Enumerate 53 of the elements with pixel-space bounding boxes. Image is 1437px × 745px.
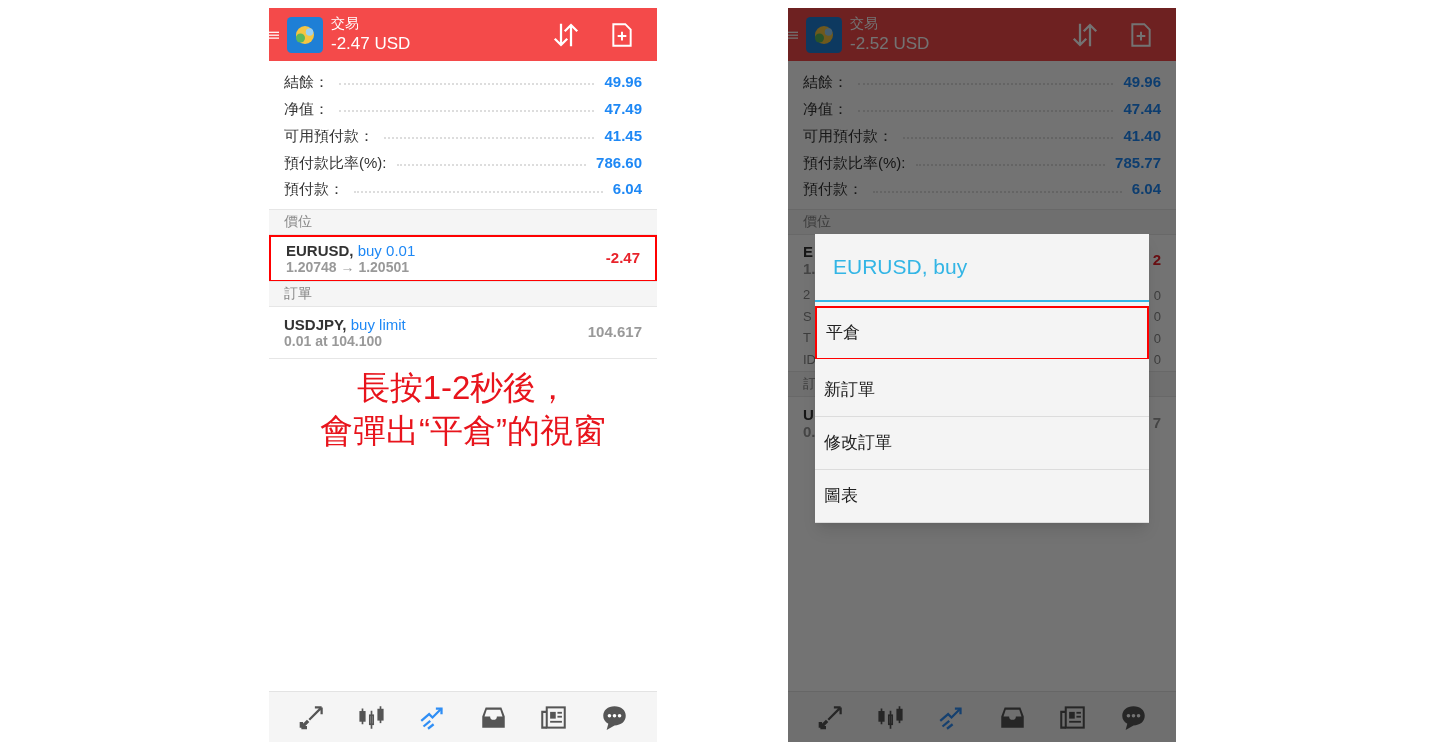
annotation-text: 長按1-2秒後， [356, 368, 570, 408]
account-value: 47.49 [604, 98, 642, 119]
section-title: 訂單 [284, 284, 312, 304]
candlestick-icon[interactable] [877, 703, 905, 731]
two-way-arrow-icon[interactable] [816, 703, 844, 731]
account-label: 預付款比率(%): [803, 152, 906, 173]
account-value: 6.04 [1131, 179, 1161, 200]
order-row[interactable]: USDJPY, buy limit 0.01 at 104.100 104.617 [269, 307, 657, 359]
candlestick-icon[interactable] [358, 703, 386, 731]
account-value: 6.04 [612, 179, 642, 200]
header-profit: -2.47 USD [331, 32, 411, 54]
covered-text: U [803, 405, 815, 423]
app-logo-icon [806, 16, 842, 53]
covered-value: 2 [1152, 249, 1161, 270]
menu-item[interactable]: 新訂單 [815, 364, 1149, 417]
account-value: 49.96 [1123, 72, 1161, 93]
section-title: 價位 [284, 212, 312, 232]
dialog-title: EURUSD, buy [833, 254, 968, 281]
account-label: 結餘： [803, 72, 848, 93]
covered-text: E [803, 242, 814, 260]
speech-bubble-icon[interactable] [601, 703, 629, 731]
header-title: 交易 [331, 15, 360, 33]
account-label: 净值： [284, 98, 329, 119]
newspaper-icon[interactable] [540, 703, 568, 731]
menu-item[interactable]: 修改訂單 [815, 417, 1149, 470]
account-label: 預付款： [803, 179, 863, 200]
account-label: 净值： [803, 98, 848, 119]
account-value: 41.40 [1123, 125, 1161, 146]
header-profit: -2.52 USD [850, 32, 930, 54]
trade-title: USDJPY, buy limit [284, 315, 407, 334]
account-label: 預付款： [284, 179, 344, 200]
account-value: 49.96 [604, 72, 642, 93]
newspaper-icon[interactable] [1059, 703, 1087, 731]
menu-item[interactable]: 平倉 [815, 306, 1149, 359]
trade-prices: 0.01 at 104.100 [284, 333, 384, 350]
speech-bubble-icon[interactable] [1120, 703, 1148, 731]
account-label: 可用預付款： [803, 125, 893, 146]
account-label: 預付款比率(%): [284, 152, 387, 173]
trade-prices: 1.20748 → 1.20501 [286, 259, 410, 276]
current-price: 104.617 [587, 322, 642, 343]
two-way-arrow-icon[interactable] [297, 703, 325, 731]
account-label: 可用預付款： [284, 125, 374, 146]
account-label: 結餘： [284, 72, 329, 93]
annotation-text: 會彈出“平倉”的視窗 [320, 410, 606, 451]
profit-value: -2.47 [605, 248, 640, 269]
header-title: 交易 [850, 15, 879, 33]
menu-item[interactable]: 圖表 [815, 470, 1149, 523]
account-value: 41.45 [604, 125, 642, 146]
app-logo-icon [287, 16, 323, 53]
account-value: 785.77 [1115, 152, 1161, 173]
trade-title: EURUSD, buy 0.01 [286, 241, 417, 260]
account-value: 786.60 [596, 152, 642, 173]
account-value: 47.44 [1123, 98, 1161, 119]
